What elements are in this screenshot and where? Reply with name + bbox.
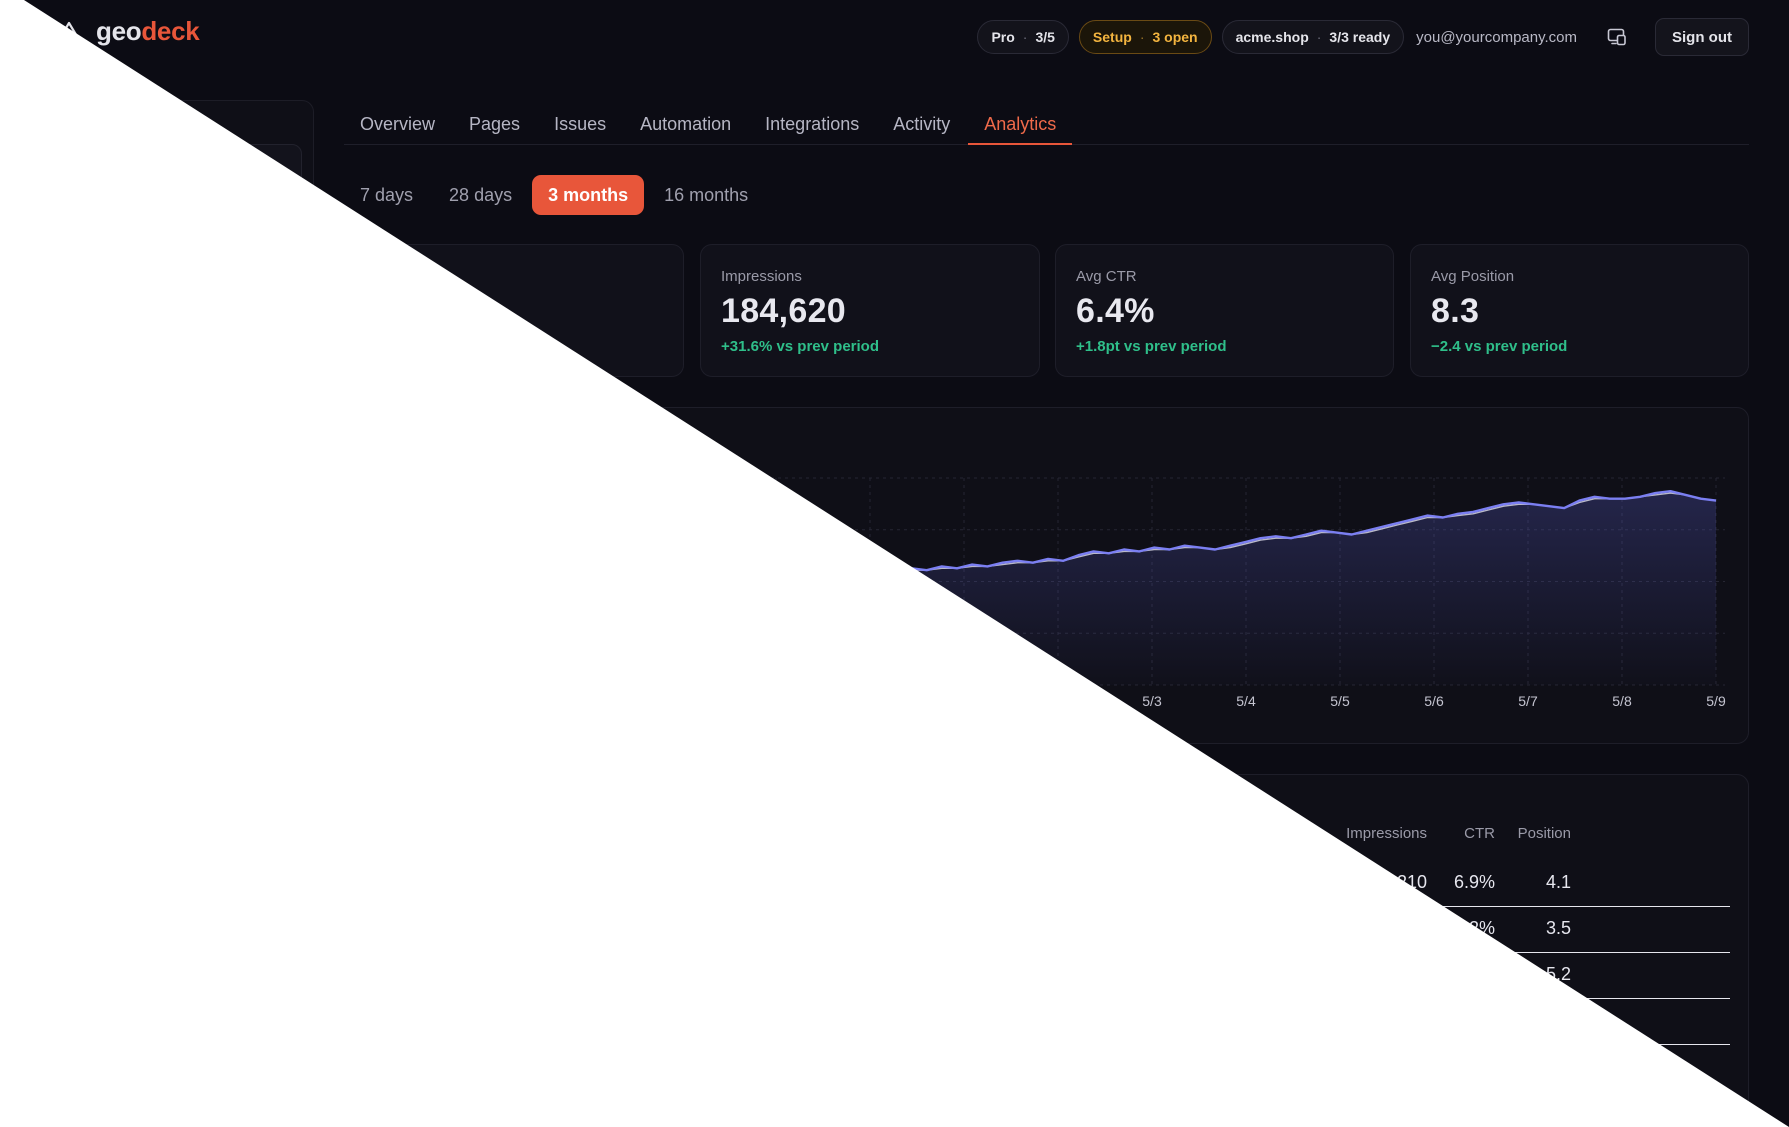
cell-ctr: 6.9% <box>1453 872 1495 892</box>
plan-usage: 3/5 <box>1035 29 1055 45</box>
theme-toggle-button[interactable] <box>1599 19 1635 55</box>
column-header-ctr[interactable]: CTR <box>1427 825 1495 849</box>
cell-position: 5.2 <box>1545 964 1571 984</box>
x-tick-label: 5/6 <box>1424 693 1444 709</box>
site-selector[interactable]: acme.shop · 3/3 ready <box>1221 20 1405 54</box>
setup-label: Setup <box>1092 29 1132 45</box>
tab-activity[interactable]: Activity <box>877 96 966 145</box>
series-area <box>365 491 1716 685</box>
range-7-days[interactable]: 7 days <box>344 175 429 215</box>
main-tabs: Overview Pages Issues Automation Integra… <box>344 96 1749 145</box>
x-tick-label: 5/7 <box>1518 693 1538 709</box>
kpi-delta: +31.6% vs prev period <box>721 338 879 355</box>
column-header-impressions[interactable]: Impressions <box>1315 825 1427 849</box>
user-email: you@yourcompany.com <box>1416 28 1577 46</box>
kpi-delta: +1.8pt vs prev period <box>1076 338 1227 355</box>
kpi-label: Avg Position <box>1431 268 1515 285</box>
site-label: acme.shop <box>1235 29 1309 45</box>
table-row[interactable]: 2,640 38,210 6.9% 4.1 <box>345 861 1730 907</box>
header-actions: Pro · 3/5 Setup · 3 open acme.shop · 3/3 ready… <box>977 18 1749 56</box>
logo-icon <box>56 21 82 44</box>
cell-ctr: 7.5% <box>1453 1010 1495 1030</box>
kpi-delta: −2.4 vs prev period <box>1431 338 1568 355</box>
sidebar-card[interactable] <box>60 144 302 264</box>
tab-overview[interactable]: Overview <box>344 96 451 145</box>
brand-name-part-deck: deck <box>141 16 200 46</box>
top-bar: geodeck Pro · 3/5 Setup · 3 open acme.shop · 3… <box>0 0 1789 70</box>
x-tick-label: 5/3 <box>1142 693 1162 709</box>
tab-automation[interactable]: Automation <box>624 96 747 145</box>
column-header-position[interactable]: Position <box>1495 825 1571 849</box>
tab-analytics[interactable]: Analytics <box>968 96 1073 145</box>
site-status: 3/3 ready <box>1329 29 1391 45</box>
table-row[interactable]: 21,390 6.9% 5.2 <box>345 953 1730 999</box>
tab-integrations[interactable]: Integrations <box>749 96 875 145</box>
kpi-label: Impressions <box>721 268 802 285</box>
x-tick-label: 5/4 <box>1236 693 1256 709</box>
kpi-card-avg-position: Avg Position 8.3 −2.4 vs prev period <box>1410 244 1749 377</box>
cell-position: 3.5 <box>1545 918 1571 938</box>
cell-impressions: 24,170 <box>1371 918 1427 938</box>
separator-dot: · <box>1316 29 1322 45</box>
range-3-months[interactable]: 3 months <box>532 175 645 215</box>
cell-position: 4.1 <box>1545 872 1571 892</box>
cell-position: 6.7 <box>1545 1056 1571 1076</box>
separator-dot: · <box>1139 29 1145 45</box>
brand-name: geodeck <box>96 16 200 47</box>
kpi-card-avg-ctr: Avg CTR 6.4% +1.8pt vs prev period <box>1055 244 1394 377</box>
cell-position: 2.9 <box>1545 1010 1571 1030</box>
brand[interactable]: geodeck <box>54 16 200 47</box>
plan-badge[interactable]: Pro · 3/5 <box>977 20 1069 54</box>
kpi-value: 6.4% <box>1076 292 1155 330</box>
column-header-clicks[interactable]: Clicks <box>1215 825 1315 849</box>
kpi-label: Avg CTR <box>1076 268 1137 285</box>
kpi-value: 8.3 <box>1431 292 1480 330</box>
table-row[interactable]: 24,170 8.2% 3.5 <box>345 907 1730 953</box>
separator-dot: · <box>1022 29 1028 45</box>
performance-chart: 5/3 5/4 5/5 5/6 5/7 5/8 5/9 <box>364 477 1726 709</box>
tab-issues[interactable]: Issues <box>538 96 622 145</box>
date-range-selector: 7 days 28 days 3 months 16 months <box>344 175 764 215</box>
cell-clicks: 2,640 <box>1269 872 1315 892</box>
range-16-months[interactable]: 16 months <box>648 175 764 215</box>
setup-count: 3 open <box>1152 29 1198 45</box>
top-queries-panel: Clicks Impressions CTR Position 2,640 38… <box>344 774 1749 1127</box>
cell-ctr: 6.9% <box>1453 964 1495 984</box>
setup-badge[interactable]: Setup · 3 open <box>1078 20 1212 54</box>
kpi-card-clicks <box>344 244 684 377</box>
table-row[interactable]: 6.7 <box>345 1045 1730 1091</box>
cell-ctr: 8.2% <box>1453 918 1495 938</box>
sign-out-button[interactable]: Sign out <box>1655 18 1749 56</box>
cell-impressions: 21,390 <box>1371 964 1427 984</box>
kpi-card-impressions: Impressions 184,620 +31.6% vs prev perio… <box>700 244 1040 377</box>
x-tick-label: 5/9 <box>1706 693 1726 709</box>
range-28-days[interactable]: 28 days <box>433 175 528 215</box>
x-tick-label: 5/5 <box>1330 693 1350 709</box>
cell-impressions: 38,210 <box>1371 872 1427 892</box>
x-tick-label: 5/8 <box>1612 693 1632 709</box>
brand-name-part-geo: geo <box>96 16 142 46</box>
display-icon <box>1607 28 1626 46</box>
kpi-value: 184,620 <box>721 292 847 330</box>
plan-label: Pro <box>991 29 1015 45</box>
performance-chart-panel: 5/3 5/4 5/5 5/6 5/7 5/8 5/9 <box>344 407 1749 744</box>
tab-pages[interactable]: Pages <box>453 96 536 145</box>
table-row[interactable]: 7.5% 2.9 <box>345 999 1730 1045</box>
